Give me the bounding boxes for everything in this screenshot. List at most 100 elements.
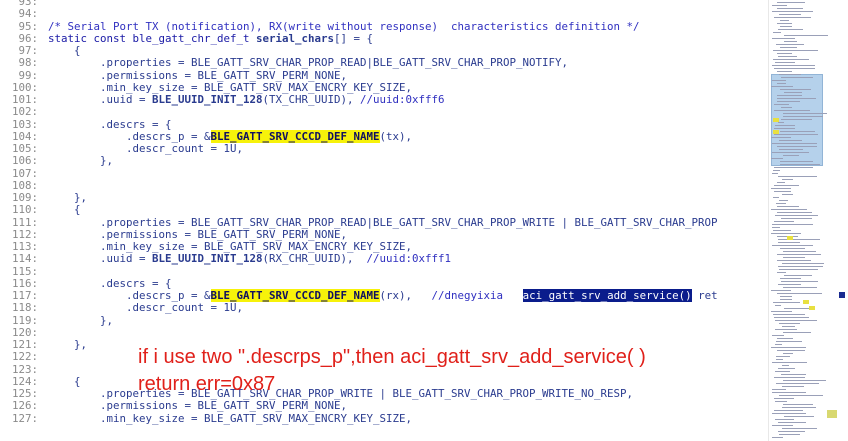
minimap-code-line	[782, 263, 824, 264]
minimap-code-line	[783, 257, 805, 258]
annotation-line-2: return err=0x87	[138, 373, 276, 395]
minimap-code-line	[772, 38, 795, 39]
code-line[interactable]: 111: .properties = BLE_GATT_SRV_CHAR_PRO…	[0, 215, 768, 229]
code-text: },	[48, 314, 113, 327]
code-line[interactable]: 107:	[0, 166, 768, 180]
minimap-code-line	[776, 203, 786, 204]
code-line[interactable]: 104: .descrs_p = &BLE_GATT_SRV_CCCD_DEF_…	[0, 129, 768, 143]
code-comment: /* Serial Port TX (notification), RX(wri…	[48, 19, 640, 33]
code-line[interactable]: 112: .permissions = BLE_GATT_SRV_PERM_NO…	[0, 228, 768, 241]
code-line[interactable]: 108:	[0, 179, 768, 192]
minimap-highlight-mark	[803, 300, 809, 304]
code-line[interactable]: 110: {	[0, 204, 768, 216]
highlighted-token: BLE_GATT_SRV_CCCD_DEF_NAME	[210, 289, 380, 302]
minimap-code-line	[774, 104, 789, 105]
line-number: 124:	[11, 374, 38, 388]
minimap-code-line	[777, 182, 785, 183]
minimap-code-line	[775, 320, 817, 321]
code-line[interactable]: 96: static const ble_gatt_chr_def_t seria…	[0, 32, 768, 45]
code-line[interactable]: 100: .min_key_size = BLE_GATT_SRV_MAX_EN…	[0, 80, 768, 94]
code-text: },	[48, 192, 87, 204]
minimap-code-line	[782, 428, 817, 429]
minimap-code-line	[774, 17, 811, 18]
code-token: (RX_CHR_UUID),	[262, 252, 367, 266]
minimap-highlight-marker	[827, 410, 837, 418]
line-number: 119:	[11, 313, 38, 327]
minimap-code-line	[779, 434, 800, 435]
minimap-code-line	[776, 356, 790, 357]
minimap-code-line	[774, 167, 813, 168]
minimap-code-line	[777, 338, 793, 339]
minimap-code-line	[783, 113, 827, 114]
minimap-code-line	[783, 251, 816, 252]
code-text: .descr_count = 1U,	[48, 143, 243, 155]
line-number: 100:	[11, 80, 38, 94]
minimap-code-line	[779, 269, 818, 270]
minimap-code-line	[771, 311, 792, 312]
code-text: .permissions = BLE_GATT_SRV_PERM_NONE,	[48, 228, 347, 241]
code-line[interactable]: 101: .uuid = BLE_UUID_INIT_128(TX_CHR_UU…	[0, 94, 768, 106]
code-line[interactable]: 115:	[0, 265, 768, 278]
code-line[interactable]: 94:	[0, 8, 768, 20]
code-line[interactable]: 103: .descrs = {	[0, 118, 768, 131]
minimap-code-line	[783, 380, 826, 381]
line-number: 111:	[11, 215, 38, 229]
minimap-code-line	[778, 431, 805, 432]
code-line[interactable]: 97: {	[0, 45, 768, 57]
line-number: 107:	[11, 166, 38, 180]
minimap-code-line	[771, 347, 806, 348]
minimap-code-line	[777, 293, 822, 294]
code-text: {	[48, 45, 81, 57]
line-number: 109:	[11, 191, 38, 204]
code-line[interactable]: 105: .descr_count = 1U,	[0, 143, 768, 155]
minimap-code-line	[775, 62, 795, 63]
code-line[interactable]: 99: .permissions = BLE_GATT_SRV_PERM_NON…	[0, 69, 768, 82]
code-line[interactable]: 120:	[0, 326, 768, 339]
code-line[interactable]: 113: .min_key_size = BLE_GATT_SRV_MAX_EN…	[0, 241, 768, 253]
code-text: .min_key_size = BLE_GATT_SRV_MAX_ENCRY_K…	[48, 81, 412, 94]
code-line[interactable]: 102:	[0, 106, 768, 118]
code-token: .uuid =	[48, 93, 153, 106]
line-number: 122:	[11, 350, 38, 364]
code-token: },	[48, 191, 88, 204]
minimap[interactable]	[768, 0, 848, 441]
code-token: },	[48, 338, 88, 351]
minimap-code-line	[780, 296, 792, 297]
minimap-code-line	[777, 206, 799, 207]
line-number: 123:	[11, 362, 38, 376]
line-number: 94:	[18, 7, 38, 21]
code-line[interactable]: 126: .permissions = BLE_GATT_SRV_PERM_NO…	[0, 400, 768, 412]
minimap-code-line	[775, 419, 794, 420]
code-line[interactable]: 119: },	[0, 313, 768, 327]
minimap-code-line	[772, 152, 809, 153]
minimap-code-line	[777, 101, 800, 102]
code-line[interactable]: 114: .uuid = BLE_UUID_INIT_128(RX_CHR_UU…	[0, 253, 768, 265]
code-line[interactable]: 116: .descrs = {	[0, 277, 768, 290]
minimap-code-line	[772, 224, 813, 225]
minimap-code-line	[783, 116, 823, 117]
minimap-code-line	[778, 56, 797, 57]
code-line[interactable]: 95: /* Serial Port TX (notification), RX(…	[0, 19, 768, 33]
code-line[interactable]: 127: .min_key_size = BLE_GATT_SRV_MAX_EN…	[0, 411, 768, 425]
minimap-code-line	[782, 365, 789, 366]
code-text: .descrs_p = &BLE_GATT_SRV_CCCD_DEF_NAME(…	[48, 129, 412, 143]
code-text: },	[48, 339, 87, 351]
minimap-code-line	[775, 344, 782, 345]
code-line[interactable]: 106: },	[0, 155, 768, 167]
minimap-code-line	[780, 299, 792, 300]
code-line[interactable]: 118: .descr_count = 1U,	[0, 302, 768, 314]
minimap-code-line	[782, 386, 804, 387]
code-line[interactable]: 93:	[0, 0, 768, 8]
code-line[interactable]: 98: .properties = BLE_GATT_SRV_CHAR_PROP…	[0, 57, 768, 69]
code-text: .min_key_size = BLE_GATT_SRV_MAX_ENCRY_K…	[48, 412, 412, 425]
line-number: 127:	[11, 411, 38, 425]
minimap-code-line	[771, 158, 783, 159]
minimap-highlight-mark	[809, 306, 815, 310]
minimap-code-line	[772, 143, 817, 144]
code-line[interactable]: 109: },	[0, 192, 768, 204]
minimap-code-line	[778, 242, 800, 243]
minimap-code-line	[781, 281, 818, 282]
minimap-selection-marker	[839, 292, 845, 298]
minimap-code-line	[771, 86, 793, 87]
code-line[interactable]: 117: .descrs_p = &BLE_GATT_SRV_CCCD_DEF_…	[0, 289, 768, 302]
